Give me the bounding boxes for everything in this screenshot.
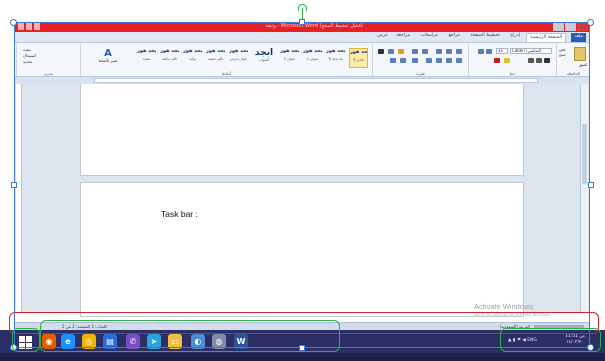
green-highlight-tray [500,328,601,352]
resize-handle-top[interactable] [299,19,305,25]
resize-handle-top-left[interactable] [10,19,17,26]
green-highlight-start [12,328,40,352]
selection-frame[interactable] [14,22,590,348]
green-highlight-apps [40,320,340,352]
taskbar-edge [0,353,605,361]
resize-handle-left[interactable] [11,182,17,188]
resize-handle-top-right[interactable] [587,19,594,26]
rotate-handle[interactable] [298,4,307,11]
resize-handle-right[interactable] [588,182,594,188]
